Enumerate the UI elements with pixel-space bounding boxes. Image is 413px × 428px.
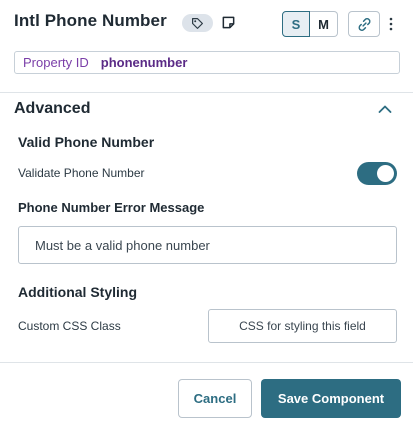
chevron-up-icon[interactable] (377, 101, 393, 117)
property-id-value: phonenumber (100, 55, 188, 70)
notes-button[interactable] (220, 14, 236, 30)
link-icon (358, 17, 370, 31)
save-component-button[interactable]: Save Component (261, 379, 401, 418)
valid-phone-heading: Valid Phone Number (18, 134, 155, 150)
size-toggle: S M (282, 11, 338, 37)
footer-divider (0, 362, 413, 363)
toggle-knob (377, 165, 394, 182)
error-message-label: Phone Number Error Message (18, 200, 205, 215)
additional-styling-heading: Additional Styling (18, 284, 137, 300)
link-button[interactable] (348, 11, 380, 37)
size-m-button[interactable]: M (310, 11, 338, 37)
header-divider (0, 92, 413, 93)
component-title: Intl Phone Number (14, 11, 167, 30)
validate-phone-toggle[interactable] (357, 162, 397, 185)
more-vertical-icon (389, 17, 393, 31)
property-id-label: Property ID (23, 55, 89, 70)
custom-css-label: Custom CSS Class (18, 319, 121, 333)
property-id-field[interactable]: Property ID phonenumber (14, 51, 400, 74)
tag-button[interactable] (182, 14, 213, 32)
cancel-button[interactable]: Cancel (178, 379, 252, 418)
error-message-input[interactable] (18, 226, 397, 264)
validate-phone-label: Validate Phone Number (18, 166, 145, 180)
component-header: Intl Phone Number S M (0, 0, 413, 46)
tag-icon (192, 17, 203, 29)
more-options-button[interactable] (384, 11, 398, 37)
custom-css-input[interactable] (208, 309, 397, 343)
note-icon (222, 16, 234, 28)
advanced-section-title[interactable]: Advanced (14, 100, 90, 118)
size-s-button[interactable]: S (282, 11, 310, 37)
